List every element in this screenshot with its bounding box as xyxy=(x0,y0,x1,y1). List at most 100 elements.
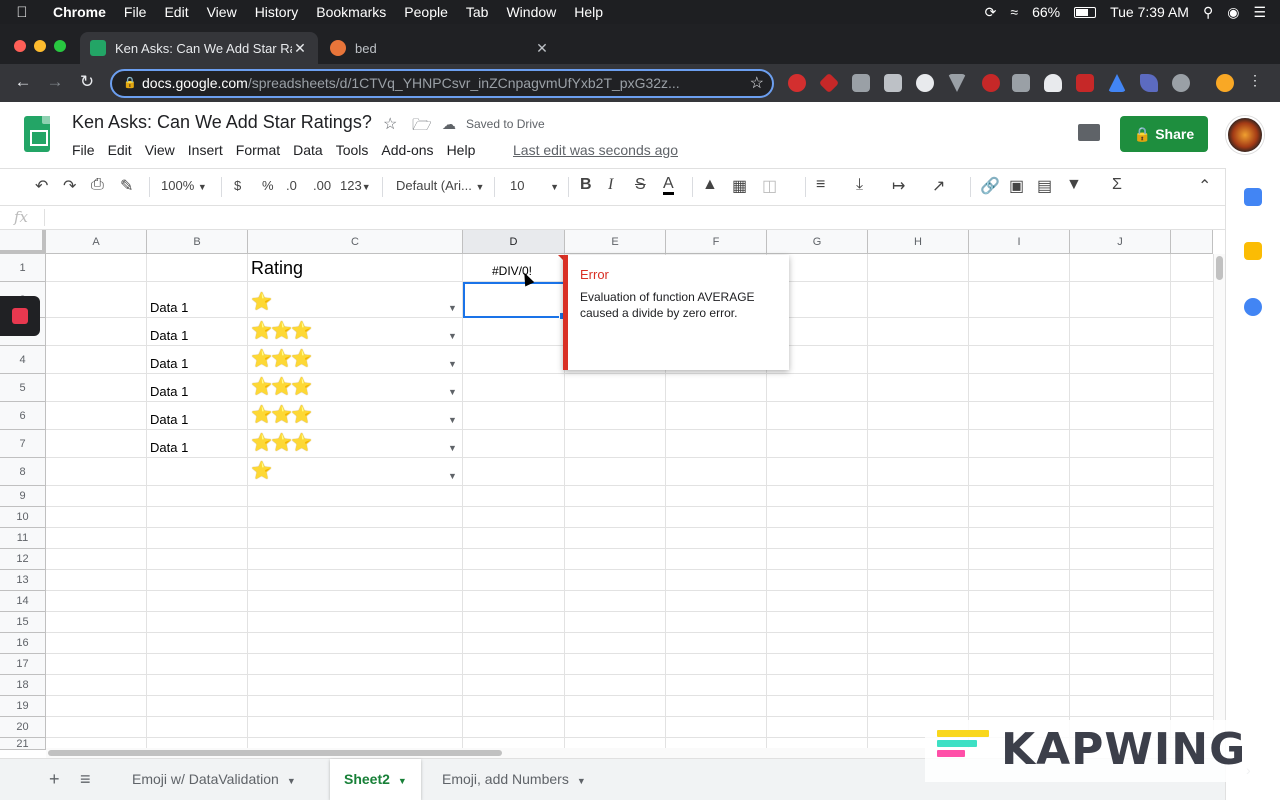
row-header-17[interactable]: 17 xyxy=(0,654,46,675)
cell-c8-stars[interactable]: ⭐ xyxy=(251,461,272,481)
scrollbar-thumb[interactable] xyxy=(1216,256,1223,280)
lock-icon[interactable]: 🔒 xyxy=(123,71,137,96)
vertical-align-icon[interactable]: ⤓ xyxy=(856,176,863,194)
keep-icon[interactable] xyxy=(1244,242,1262,260)
address-bar[interactable]: 🔒 docs.google.com/spreadsheets/d/1CTVq_Y… xyxy=(110,69,774,98)
forward-icon[interactable]: → xyxy=(44,72,66,92)
cell-b2[interactable]: Data 1 xyxy=(150,300,188,315)
zoom-select[interactable]: 100% ▼ xyxy=(161,178,207,193)
browser-tab-sheets[interactable]: Ken Asks: Can We Add Star Ra ✕ xyxy=(80,32,318,64)
insert-link-icon[interactable]: 🔗 xyxy=(980,176,1000,196)
docs-menu-format[interactable]: Format xyxy=(236,142,280,158)
fill-color-icon[interactable]: ▲ xyxy=(702,176,718,194)
menu-people[interactable]: People xyxy=(395,0,457,24)
undo-icon[interactable]: ↶ xyxy=(35,176,48,196)
close-tab-icon[interactable]: ✕ xyxy=(534,40,550,57)
extension-icon[interactable] xyxy=(852,74,870,92)
browser-tab-bed[interactable]: bed ✕ xyxy=(320,32,560,64)
row-header-16[interactable]: 16 xyxy=(0,633,46,654)
menu-app[interactable]: Chrome xyxy=(44,0,115,24)
column-header-e[interactable]: E xyxy=(565,230,666,254)
cloud-saved-icon[interactable]: ☁ xyxy=(442,116,456,133)
cell-c6-stars[interactable]: ⭐⭐⭐ xyxy=(251,405,313,425)
cell-b5[interactable]: Data 1 xyxy=(150,384,188,399)
docs-menu-view[interactable]: View xyxy=(145,142,175,158)
insert-comment-icon[interactable]: ▣ xyxy=(1009,176,1024,196)
minimize-window-icon[interactable] xyxy=(34,40,46,52)
paint-format-icon[interactable]: ✎ xyxy=(120,176,133,196)
reload-icon[interactable]: ↻ xyxy=(76,72,98,92)
row-header-18[interactable]: 18 xyxy=(0,675,46,696)
bookmark-star-icon[interactable]: ☆ xyxy=(750,71,764,96)
scrollbar-thumb[interactable] xyxy=(48,750,502,756)
column-header-g[interactable]: G xyxy=(767,230,868,254)
text-rotation-icon[interactable]: ↗ xyxy=(932,176,945,196)
add-sheet-icon[interactable]: + xyxy=(49,769,60,790)
dropdown-arrow-icon[interactable]: ▼ xyxy=(448,303,457,313)
docs-menu-data[interactable]: Data xyxy=(293,142,323,158)
sheets-logo-icon[interactable] xyxy=(24,116,50,152)
cell-c2-stars[interactable]: ⭐ xyxy=(251,292,272,312)
chrome-menu-icon[interactable]: ⋮ xyxy=(1244,72,1266,89)
cell-c4-stars[interactable]: ⭐⭐⭐ xyxy=(251,349,313,369)
cell-b4[interactable]: Data 1 xyxy=(150,356,188,371)
vertical-scrollbar[interactable] xyxy=(1213,254,1225,750)
extension-icon[interactable] xyxy=(1044,74,1062,92)
row-header-21[interactable]: 21 xyxy=(0,738,46,750)
sheet-tab-emoji-add-numbers[interactable]: Emoji, add Numbers ▼ xyxy=(428,759,600,800)
cell-c1-rating-header[interactable]: Rating xyxy=(251,258,303,279)
sheet-tab-emoji-datavalidation[interactable]: Emoji w/ DataValidation ▼ xyxy=(118,759,310,800)
siri-icon[interactable]: ◉ xyxy=(1227,4,1239,21)
percent-format-button[interactable]: % xyxy=(262,178,274,193)
bold-icon[interactable]: B xyxy=(580,176,592,194)
back-icon[interactable]: ← xyxy=(12,72,34,92)
extension-icon[interactable] xyxy=(916,74,934,92)
maximize-window-icon[interactable] xyxy=(54,40,66,52)
menu-history[interactable]: History xyxy=(246,0,308,24)
calendar-icon[interactable] xyxy=(1244,188,1262,206)
extension-icon[interactable] xyxy=(1012,74,1030,92)
column-header-c[interactable]: C xyxy=(248,230,463,254)
cell-c7-stars[interactable]: ⭐⭐⭐ xyxy=(251,433,313,453)
insert-chart-icon[interactable]: ▤ xyxy=(1037,176,1052,196)
column-header-i[interactable]: I xyxy=(969,230,1070,254)
font-select[interactable]: Default (Ari... ▼ xyxy=(396,178,484,193)
comments-icon[interactable] xyxy=(1078,124,1100,141)
row-header-15[interactable]: 15 xyxy=(0,612,46,633)
row-header-20[interactable]: 20 xyxy=(0,717,46,738)
docs-menu-insert[interactable]: Insert xyxy=(188,142,223,158)
close-tab-icon[interactable]: ✕ xyxy=(292,40,308,57)
extension-icon[interactable] xyxy=(884,74,902,92)
wifi-icon[interactable]: ≈ xyxy=(1010,4,1018,20)
row-header-7[interactable]: 7 xyxy=(0,430,46,458)
account-avatar[interactable] xyxy=(1226,116,1264,154)
row-header-12[interactable]: 12 xyxy=(0,549,46,570)
borders-icon[interactable]: ▦ xyxy=(732,176,747,196)
functions-icon[interactable]: Σ xyxy=(1112,176,1122,194)
extension-icon[interactable] xyxy=(1172,74,1190,92)
cell-b6[interactable]: Data 1 xyxy=(150,412,188,427)
spotlight-search-icon[interactable]: ⚲ xyxy=(1203,4,1213,21)
column-header-a[interactable]: A xyxy=(46,230,147,254)
star-document-icon[interactable]: ☆ xyxy=(383,114,397,134)
menu-view[interactable]: View xyxy=(198,0,246,24)
formula-bar[interactable]: fx xyxy=(0,206,1225,230)
selected-cell-d2[interactable] xyxy=(463,282,567,320)
row-header-6[interactable]: 6 xyxy=(0,402,46,430)
column-header-b[interactable]: B xyxy=(147,230,248,254)
document-title[interactable]: Ken Asks: Can We Add Star Ratings? xyxy=(72,112,372,133)
cell-b7[interactable]: Data 1 xyxy=(150,440,188,455)
row-header-8[interactable]: 8 xyxy=(0,458,46,486)
currency-format-button[interactable]: $ xyxy=(234,178,241,193)
tasks-icon[interactable] xyxy=(1244,298,1262,316)
row-header-14[interactable]: 14 xyxy=(0,591,46,612)
docs-menu-help[interactable]: Help xyxy=(447,142,476,158)
tab-menu-caret-icon[interactable]: ▼ xyxy=(287,776,296,786)
row-header-13[interactable]: 13 xyxy=(0,570,46,591)
strikethrough-icon[interactable]: S xyxy=(635,176,646,194)
docs-menu-edit[interactable]: Edit xyxy=(108,142,132,158)
menu-edit[interactable]: Edit xyxy=(155,0,197,24)
apple-icon[interactable]:  xyxy=(0,4,44,21)
row-header-19[interactable]: 19 xyxy=(0,696,46,717)
extension-icon[interactable] xyxy=(982,74,1000,92)
